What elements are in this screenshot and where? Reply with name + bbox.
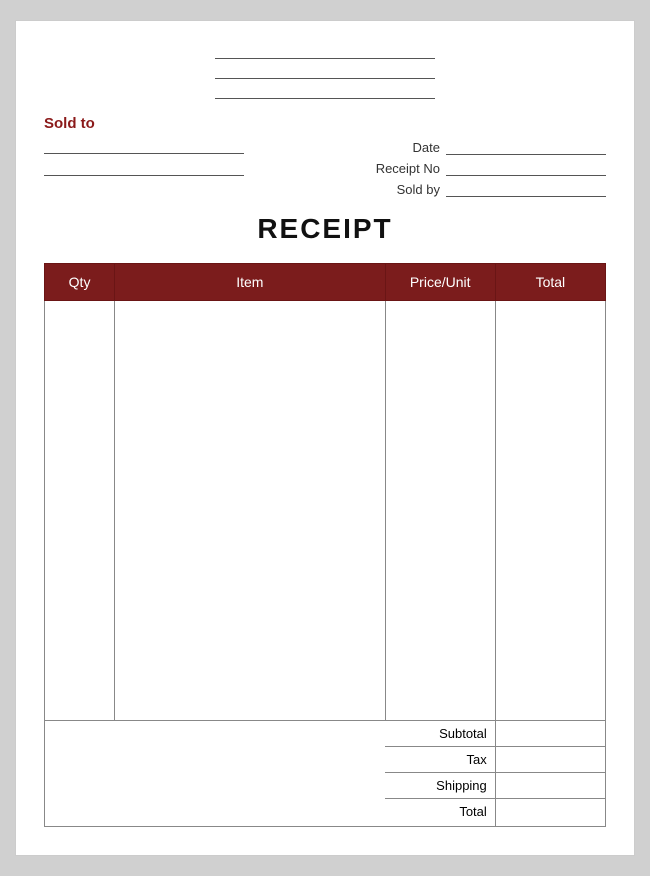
- receipt-no-field: [446, 162, 606, 176]
- total-value: [495, 799, 605, 827]
- subtotal-value: [495, 721, 605, 747]
- date-label: Date: [360, 140, 440, 155]
- sold-to-lines: [44, 140, 244, 176]
- shipping-value: [495, 773, 605, 799]
- tax-value: [495, 747, 605, 773]
- right-fields: Date Receipt No Sold by: [360, 140, 606, 197]
- receipt-page: Sold to Date Receipt No Sold by RECEIPT: [15, 20, 635, 856]
- top-line-1: [215, 45, 435, 59]
- tax-label: Tax: [385, 747, 495, 773]
- receipt-table: Qty Item Price/Unit Total Subtotal Tax: [44, 263, 606, 827]
- receipt-no-label: Receipt No: [360, 161, 440, 176]
- top-line-3: [215, 85, 435, 99]
- sold-by-label: Sold by: [360, 182, 440, 197]
- totals-subtotal-row: Subtotal: [45, 721, 606, 747]
- col-header-item: Item: [115, 264, 385, 301]
- receipt-no-row: Receipt No: [360, 161, 606, 176]
- totals-total-row: Total: [45, 799, 606, 827]
- col-header-price: Price/Unit: [385, 264, 495, 301]
- shipping-label: Shipping: [385, 773, 495, 799]
- top-lines-section: [44, 45, 606, 99]
- totals-tax-row: Tax: [45, 747, 606, 773]
- total-label: Total: [385, 799, 495, 827]
- cell-item: [115, 301, 385, 721]
- cell-qty: [45, 301, 115, 721]
- col-header-qty: Qty: [45, 264, 115, 301]
- date-row: Date: [360, 140, 606, 155]
- sold-by-row: Sold by: [360, 182, 606, 197]
- top-line-2: [215, 65, 435, 79]
- date-field: [446, 141, 606, 155]
- receipt-title: RECEIPT: [44, 213, 606, 245]
- table-header-row: Qty Item Price/Unit Total: [45, 264, 606, 301]
- cell-total: [495, 301, 605, 721]
- col-header-total: Total: [495, 264, 605, 301]
- sold-to-line-1: [44, 140, 244, 154]
- subtotal-label: Subtotal: [385, 721, 495, 747]
- sold-to-label: Sold to: [44, 115, 606, 132]
- table-data-row: [45, 301, 606, 721]
- sold-by-field: [446, 183, 606, 197]
- totals-shipping-row: Shipping: [45, 773, 606, 799]
- info-section: Date Receipt No Sold by: [44, 140, 606, 197]
- cell-price: [385, 301, 495, 721]
- sold-to-line-2: [44, 162, 244, 176]
